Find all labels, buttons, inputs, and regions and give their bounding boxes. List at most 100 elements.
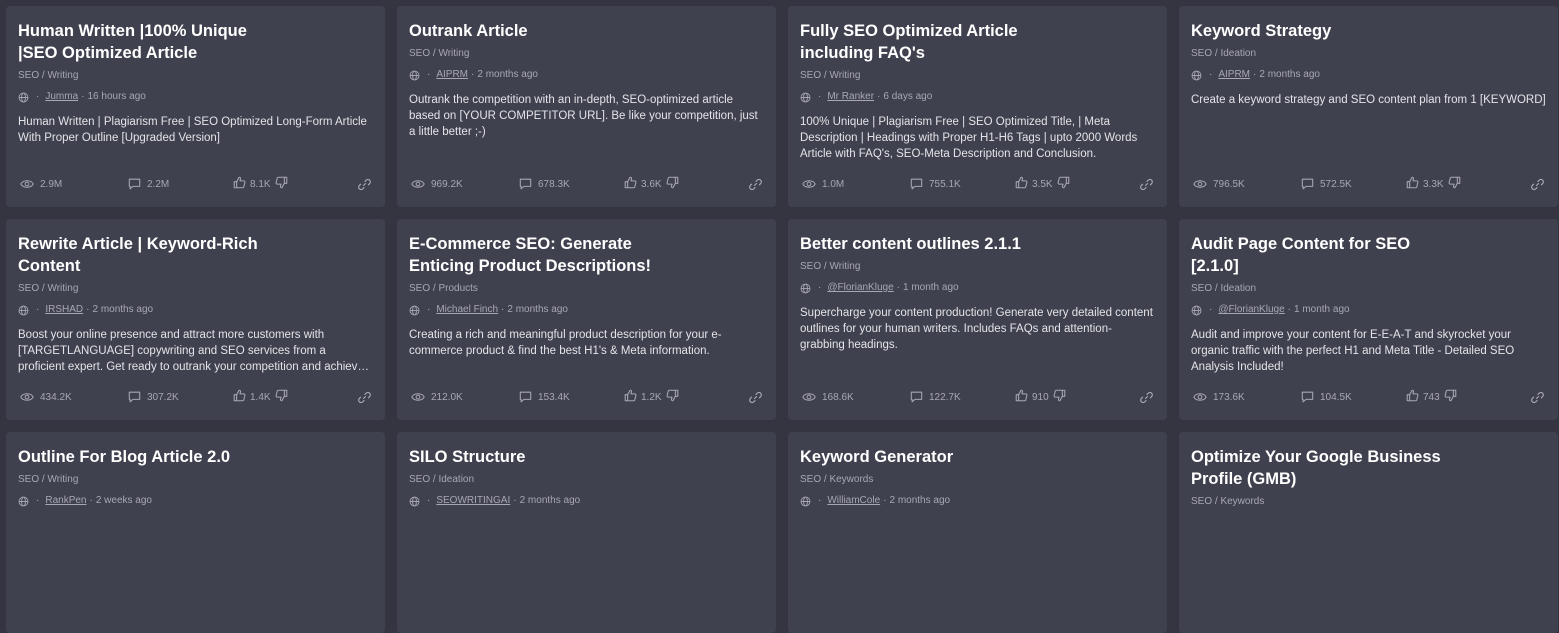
card-category: SEO / Ideation (1191, 283, 1257, 294)
comment-icon (128, 391, 141, 403)
globe-icon (800, 283, 811, 294)
eye-icon (20, 391, 34, 403)
prompt-card[interactable]: Outrank Article SEO / Writing · AIPRM · 2 mon… (397, 6, 776, 207)
author-link[interactable]: @FlorianKluge (827, 282, 893, 294)
prompt-card[interactable]: Keyword Strategy SEO / Ideation · AIPRM · 2 m… (1179, 6, 1558, 207)
link-icon[interactable] (1140, 178, 1153, 191)
comment-icon (128, 178, 141, 190)
link-icon[interactable] (749, 178, 762, 191)
thumbs-up-icon[interactable] (1015, 389, 1028, 405)
thumbs-down-icon[interactable] (1053, 389, 1066, 405)
separator: · (81, 91, 85, 102)
comments-count: 572.5K (1320, 178, 1352, 190)
link-icon[interactable] (1531, 391, 1544, 404)
card-stats: 2.9M 2.2M 8.1K (20, 176, 371, 192)
separator: · (896, 282, 900, 293)
prompt-card[interactable]: Outline For Blog Article 2.0 SEO / Writin… (6, 432, 385, 633)
likes-stat: 8.1K (233, 176, 288, 192)
card-timestamp: 1 month ago (1293, 304, 1350, 315)
link-icon[interactable] (1140, 391, 1153, 404)
link-icon[interactable] (1531, 178, 1544, 191)
separator: · (883, 495, 887, 506)
author-link[interactable]: Jumma (45, 91, 78, 103)
eye-icon (20, 178, 34, 190)
card-category: SEO / Writing (18, 474, 79, 485)
thumbs-up-icon[interactable] (1015, 176, 1028, 192)
prompt-card[interactable]: Human Written |100% Unique |SEO Optimize… (6, 6, 385, 207)
author-link[interactable]: IRSHAD (45, 304, 83, 316)
author-link[interactable]: Mr Ranker (827, 91, 874, 103)
likes-stat: 743 (1406, 389, 1457, 405)
comments-stat: 153.4K (519, 391, 624, 403)
globe-icon (18, 92, 29, 103)
separator: · (513, 495, 517, 506)
thumbs-down-icon[interactable] (666, 389, 679, 405)
author-link[interactable]: AIPRM (1218, 69, 1250, 81)
separator: · (818, 282, 822, 293)
thumbs-down-icon[interactable] (1444, 389, 1457, 405)
eye-icon (411, 178, 425, 190)
comments-count: 104.5K (1320, 391, 1352, 403)
thumbs-down-icon[interactable] (1057, 176, 1070, 192)
globe-icon (800, 92, 811, 103)
separator: · (427, 495, 431, 506)
card-description: Creating a rich and meaningful product d… (409, 329, 722, 357)
link-icon[interactable] (358, 391, 371, 404)
card-description: Boost your online presence and attract m… (18, 329, 364, 373)
card-meta: · WilliamCole · 2 months ago (800, 495, 1155, 507)
likes-count: 8.1K (250, 178, 271, 190)
thumbs-down-icon[interactable] (275, 389, 288, 405)
card-title: Fully SEO Optimized Article including FA… (800, 22, 1018, 62)
link-icon[interactable] (749, 391, 762, 404)
author-link[interactable]: SEOWRITINGAI (436, 495, 510, 507)
prompt-card[interactable]: E-Commerce SEO: Generate Enticing Produc… (397, 219, 776, 420)
prompt-card[interactable]: Better content outlines 2.1.1 SEO / Writi… (788, 219, 1167, 420)
author-link[interactable]: WilliamCole (827, 495, 880, 507)
author-link[interactable]: AIPRM (436, 69, 468, 81)
comments-stat: 678.3K (519, 178, 624, 190)
card-meta: · Jumma · 16 hours ago (18, 91, 373, 103)
separator: · (427, 69, 431, 80)
comments-stat: 104.5K (1301, 391, 1406, 403)
prompt-card[interactable]: Audit Page Content for SEO [2.1.0] SEO / … (1179, 219, 1558, 420)
views-stat: 173.6K (1193, 391, 1301, 403)
thumbs-up-icon[interactable] (1406, 176, 1419, 192)
card-description: Human Written | Plagiarism Free | SEO Op… (18, 116, 367, 144)
card-timestamp: 2 months ago (477, 69, 538, 80)
thumbs-up-icon[interactable] (233, 176, 246, 192)
views-count: 796.5K (1213, 178, 1245, 190)
card-meta: · IRSHAD · 2 months ago (18, 304, 373, 316)
likes-stat: 910 (1015, 389, 1066, 405)
card-description: Outrank the competition with an in-depth… (409, 94, 758, 138)
card-meta: · RankPen · 2 weeks ago (18, 495, 373, 507)
likes-stat: 1.4K (233, 389, 288, 405)
author-link[interactable]: Michael Finch (436, 304, 498, 316)
prompt-card[interactable]: Rewrite Article | Keyword-Rich Content SE… (6, 219, 385, 420)
card-title: Outrank Article (409, 22, 528, 40)
prompt-card[interactable]: SILO Structure SEO / Ideation · SEOWRITINGA… (397, 432, 776, 633)
prompt-card[interactable]: Keyword Generator SEO / Keywords · WilliamC… (788, 432, 1167, 633)
card-timestamp: 2 weeks ago (95, 495, 152, 506)
thumbs-up-icon[interactable] (233, 389, 246, 405)
thumbs-down-icon[interactable] (275, 176, 288, 192)
author-link[interactable]: @FlorianKluge (1218, 304, 1284, 316)
separator: · (1209, 304, 1213, 315)
separator: · (1209, 69, 1213, 80)
thumbs-up-icon[interactable] (624, 389, 637, 405)
card-stats: 969.2K 678.3K 3.6K (411, 176, 762, 192)
likes-stat: 3.5K (1015, 176, 1070, 192)
thumbs-up-icon[interactable] (1406, 389, 1419, 405)
card-timestamp: 6 days ago (883, 91, 933, 102)
prompt-card[interactable]: Optimize Your Google Business Profile (G… (1179, 432, 1558, 633)
card-meta: · @FlorianKluge · 1 month ago (1191, 304, 1546, 316)
author-link[interactable]: RankPen (45, 495, 86, 507)
views-count: 2.9M (40, 178, 63, 190)
prompt-card[interactable]: Fully SEO Optimized Article including FA… (788, 6, 1167, 207)
thumbs-up-icon[interactable] (624, 176, 637, 192)
link-icon[interactable] (358, 178, 371, 191)
thumbs-down-icon[interactable] (666, 176, 679, 192)
likes-count: 910 (1032, 391, 1049, 403)
separator: · (36, 495, 40, 506)
thumbs-down-icon[interactable] (1448, 176, 1461, 192)
views-stat: 2.9M (20, 178, 128, 190)
